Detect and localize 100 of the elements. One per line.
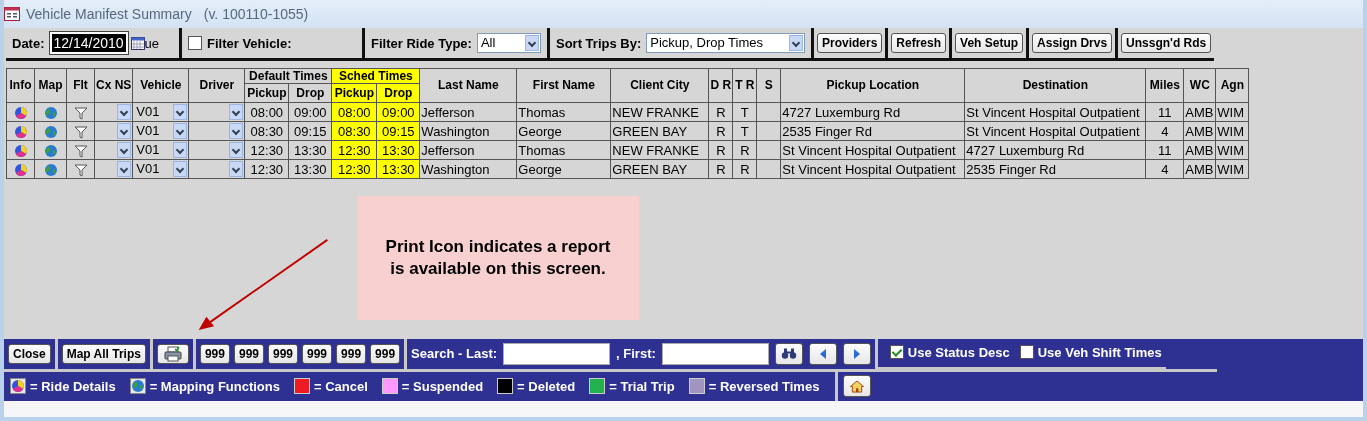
- table-cell: Washington: [419, 121, 517, 141]
- table-cell: R: [708, 121, 733, 141]
- table-cell: NEW FRANKE: [610, 102, 709, 122]
- table-cell: R: [708, 140, 733, 160]
- table-cell: St Vincent Hospital Outpatient: [780, 140, 965, 160]
- legend-label: = Cancel: [314, 378, 368, 394]
- table-cell: Thomas: [516, 102, 611, 122]
- search-first-field[interactable]: [661, 342, 769, 365]
- info-icon[interactable]: [13, 105, 28, 120]
- table-cell: 08:30: [244, 121, 289, 141]
- toolbar-button[interactable]: Refresh: [891, 33, 947, 53]
- info-icon[interactable]: [13, 162, 28, 177]
- column-header: Last Name: [419, 68, 517, 103]
- next-button[interactable]: [842, 342, 871, 365]
- counter-button[interactable]: 999: [370, 343, 401, 364]
- legend-label: = Ride Details: [30, 378, 116, 394]
- vehicle-dropdown[interactable]: V01: [133, 160, 188, 178]
- binoculars-icon: [780, 347, 797, 361]
- option-label: Use Veh Shift Times: [1037, 344, 1162, 360]
- column-header: Pickup Location: [780, 68, 965, 103]
- vehicle-dropdown[interactable]: V01: [133, 141, 188, 159]
- info-icon[interactable]: [13, 143, 28, 158]
- globe-icon[interactable]: [43, 124, 58, 139]
- home-button[interactable]: [843, 375, 872, 398]
- search-button[interactable]: [774, 342, 803, 365]
- column-group-header: Default Times: [244, 68, 332, 84]
- option-label: Use Status Desc: [907, 344, 1010, 360]
- table-cell: 4: [1145, 121, 1184, 141]
- globe-icon[interactable]: [43, 143, 58, 158]
- filter-icon[interactable]: [73, 143, 88, 158]
- toolbar-button[interactable]: Unssgn'd Rds: [1121, 33, 1212, 53]
- column-header: Destination: [964, 68, 1146, 103]
- column-header: D R: [708, 68, 733, 103]
- table-cell: Jefferson: [419, 140, 517, 160]
- column-header: Pickup: [244, 83, 289, 103]
- legend-label: = Suspended: [401, 378, 484, 394]
- counter-button[interactable]: 999: [336, 343, 367, 364]
- table-cell: 13:30: [288, 140, 332, 160]
- table-cell: 2535 Finger Rd: [780, 121, 965, 141]
- toolbar-button[interactable]: Assign Drvs: [1032, 33, 1113, 53]
- form-icon: [4, 7, 20, 21]
- filter-vehicle-checkbox[interactable]: [188, 36, 202, 50]
- bottom-button[interactable]: Close: [8, 343, 51, 364]
- ride-type-dropdown[interactable]: All: [476, 33, 541, 53]
- column-group-header: Sched Times: [331, 68, 420, 84]
- table-cell: T: [732, 121, 757, 141]
- table-cell: NEW FRANKE: [610, 140, 709, 160]
- info-icon: [10, 378, 26, 395]
- counter-button[interactable]: 999: [233, 343, 264, 364]
- window-title: Vehicle Manifest Summary: [26, 6, 192, 22]
- sort-dropdown[interactable]: Pickup, Drop Times: [646, 33, 805, 53]
- search-last-field[interactable]: [503, 342, 611, 365]
- toolbar-button[interactable]: Veh Setup: [955, 33, 1024, 53]
- version-label: (v. 100110-1055): [203, 6, 309, 22]
- filter-icon[interactable]: [73, 162, 88, 177]
- counter-button[interactable]: 999: [268, 343, 298, 364]
- table-cell: WIM: [1215, 121, 1249, 141]
- counter-button[interactable]: 999: [302, 343, 333, 364]
- table-cell: R: [708, 102, 733, 122]
- table-cell: George: [516, 121, 611, 141]
- table-cell: Thomas: [516, 140, 611, 160]
- column-header: Agn: [1215, 68, 1249, 103]
- legend-label: = Trial Trip: [609, 378, 675, 394]
- filter-icon[interactable]: [73, 124, 88, 139]
- column-header: Client City: [610, 68, 709, 103]
- toolbar-button[interactable]: Providers: [817, 33, 883, 53]
- globe-icon[interactable]: [43, 162, 58, 177]
- search-first-label: , First:: [616, 346, 656, 362]
- previous-button[interactable]: [808, 342, 837, 365]
- table-cell: 2535 Finger Rd: [964, 159, 1146, 179]
- option-checkbox[interactable]: [889, 345, 904, 360]
- table-cell: GREEN BAY: [610, 121, 709, 141]
- filter-vehicle-label: Filter Vehicle:: [207, 35, 292, 51]
- option-checkbox[interactable]: [1019, 345, 1034, 360]
- right-arrow-icon: [851, 347, 862, 360]
- table-cell: R: [732, 159, 757, 179]
- filter-icon[interactable]: [73, 105, 88, 120]
- column-header: Driver: [188, 68, 245, 103]
- date-field[interactable]: 12/14/2010: [49, 32, 128, 54]
- table-cell: GREEN BAY: [610, 159, 709, 179]
- table-cell: WIM: [1215, 159, 1249, 179]
- counter-button[interactable]: 999: [199, 343, 230, 364]
- vehicle-dropdown[interactable]: V01: [133, 103, 188, 121]
- filter-ride-type-label: Filter Ride Type:: [371, 35, 472, 51]
- column-header: Drop: [288, 83, 332, 103]
- table-cell: 08:00: [244, 102, 289, 122]
- print-button[interactable]: [156, 343, 189, 364]
- legend-label: = Reversed Times: [708, 378, 820, 394]
- vehicle-dropdown[interactable]: V01: [133, 122, 188, 140]
- column-header: Map: [34, 68, 67, 103]
- globe-icon[interactable]: [43, 105, 58, 120]
- table-cell: St Vincent Hospital Outpatient: [780, 159, 965, 179]
- calendar-icon[interactable]: [130, 36, 145, 50]
- table-cell: R: [732, 140, 757, 160]
- info-icon[interactable]: [13, 124, 28, 139]
- table-cell: WIM: [1215, 102, 1249, 122]
- column-header: Info: [6, 68, 35, 103]
- bottom-button[interactable]: Map All Trips: [61, 343, 146, 364]
- search-last-label: Search - Last:: [411, 346, 498, 362]
- table-cell: 11: [1145, 140, 1184, 160]
